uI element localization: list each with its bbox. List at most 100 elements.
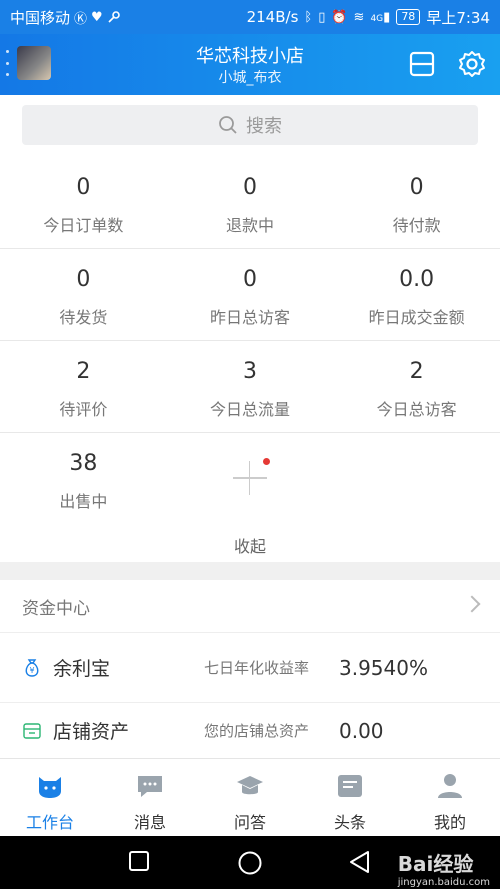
watermark-logo: Bai经验 jingyan.baidu.com bbox=[398, 848, 490, 888]
stat-refunding[interactable]: 0 退款中 bbox=[167, 157, 334, 248]
fund-row-store-assets[interactable]: 店铺资产 您的店铺总资产 0.00 bbox=[0, 702, 500, 758]
tab-qa[interactable]: 问答 bbox=[200, 759, 300, 836]
vibrate-icon: ▯ bbox=[318, 9, 326, 25]
tab-me[interactable]: 我的 bbox=[400, 759, 500, 836]
stat-value: 38 bbox=[69, 451, 98, 476]
signal-label: 4G bbox=[370, 13, 384, 24]
store-icon bbox=[23, 722, 41, 739]
stat-empty bbox=[333, 433, 500, 525]
watermark-brand2: 经验 bbox=[433, 852, 474, 876]
stat-label: 昨日成交金额 bbox=[368, 308, 465, 327]
health-icon: ♥ bbox=[91, 9, 103, 25]
network-speed: 214B/s bbox=[246, 8, 299, 26]
tab-label: 消息 bbox=[133, 813, 166, 832]
scan-button[interactable] bbox=[406, 48, 438, 80]
stats-row: 0 今日订单数 0 退款中 0 待付款 bbox=[0, 157, 500, 249]
watermark-url: jingyan.baidu.com bbox=[397, 877, 490, 888]
stat-label: 出售中 bbox=[59, 492, 108, 511]
tab-label: 问答 bbox=[233, 813, 266, 832]
svg-text:¥: ¥ bbox=[29, 666, 34, 675]
tab-news[interactable]: 头条 bbox=[300, 759, 400, 836]
scan-icon bbox=[409, 51, 435, 77]
stat-value: 0.0 bbox=[399, 267, 435, 292]
fund-row-yulibao[interactable]: ¥ 余利宝 七日年化收益率 3.9540% bbox=[0, 632, 500, 702]
bluetooth-icon: ᛒ bbox=[304, 9, 313, 25]
stat-value: 2 bbox=[409, 359, 424, 384]
stat-value: 0 bbox=[76, 267, 91, 292]
money-bag-icon: ¥ bbox=[25, 658, 39, 677]
fund-name: 店铺资产 bbox=[53, 721, 130, 743]
stat-label: 今日总流量 bbox=[209, 400, 290, 419]
fund-name: 余利宝 bbox=[53, 658, 111, 680]
fund-desc: 您的店铺总资产 bbox=[204, 722, 310, 740]
wifi-icon: ≋ bbox=[353, 9, 365, 25]
search-bar: 搜索 bbox=[0, 95, 500, 157]
fund-center-title: 资金中心 bbox=[22, 598, 90, 619]
stat-value: 0 bbox=[409, 175, 424, 200]
tab-label: 工作台 bbox=[25, 813, 74, 832]
stats-row: 0 待发货 0 昨日总访客 0.0 昨日成交金额 bbox=[0, 249, 500, 341]
stat-yesterday-visitors[interactable]: 0 昨日总访客 bbox=[167, 249, 334, 340]
tab-messages[interactable]: 消息 bbox=[100, 759, 200, 836]
stat-today-traffic[interactable]: 3 今日总流量 bbox=[167, 341, 334, 432]
fund-value: 3.9540% bbox=[339, 655, 428, 680]
alarm-icon: ⏰ bbox=[331, 9, 348, 25]
stat-pending-payment[interactable]: 0 待付款 bbox=[333, 157, 500, 248]
status-bar: 中国移动 Ⓚ ♥ 214B/s ᛒ ▯ ⏰ ≋ 4G▮ 78 早上7:34 bbox=[0, 0, 500, 34]
stat-value: 0 bbox=[242, 175, 257, 200]
stat-label: 昨日总访客 bbox=[209, 308, 290, 327]
stat-label: 今日订单数 bbox=[43, 216, 124, 235]
tab-workbench[interactable]: 工作台 bbox=[0, 759, 100, 836]
gear-icon bbox=[459, 51, 485, 77]
stat-label: 待评价 bbox=[59, 400, 108, 419]
system-nav-bar: Bai经验 jingyan.baidu.com bbox=[0, 836, 500, 889]
search-placeholder: 搜索 bbox=[246, 116, 282, 137]
fund-center-header[interactable]: 资金中心 bbox=[0, 580, 500, 632]
stat-label: 今日总访客 bbox=[376, 400, 457, 419]
stat-pending-review[interactable]: 2 待评价 bbox=[0, 341, 167, 432]
section-divider bbox=[0, 562, 500, 580]
add-stat-button[interactable] bbox=[167, 433, 334, 525]
status-left: 中国移动 Ⓚ ♥ bbox=[10, 7, 121, 28]
bottom-tab-bar: 工作台 消息 问答 头条 我的 bbox=[0, 758, 500, 836]
stats-row: 38 出售中 bbox=[0, 433, 500, 525]
fund-desc: 七日年化收益率 bbox=[204, 659, 310, 677]
key-icon bbox=[108, 11, 120, 23]
fund-value: 0.00 bbox=[339, 718, 384, 743]
stat-label: 待付款 bbox=[392, 216, 441, 235]
home-icon[interactable] bbox=[237, 850, 263, 876]
stat-yesterday-sales[interactable]: 0.0 昨日成交金额 bbox=[333, 249, 500, 340]
stat-value: 2 bbox=[76, 359, 91, 384]
stat-value: 0 bbox=[242, 267, 257, 292]
clock: 早上7:34 bbox=[426, 8, 490, 27]
settings-button[interactable] bbox=[456, 48, 488, 80]
user-icon bbox=[438, 774, 462, 798]
stat-label: 退款中 bbox=[225, 216, 274, 235]
news-icon bbox=[338, 775, 362, 797]
stat-today-visitors[interactable]: 2 今日总访客 bbox=[333, 341, 500, 432]
search-icon bbox=[219, 116, 237, 134]
status-right: 214B/s ᛒ ▯ ⏰ ≋ 4G▮ 78 早上7:34 bbox=[247, 7, 490, 28]
stat-pending-ship[interactable]: 0 待发货 bbox=[0, 249, 167, 340]
back-icon[interactable] bbox=[348, 850, 372, 874]
stat-on-sale[interactable]: 38 出售中 bbox=[0, 433, 167, 525]
k-icon: Ⓚ bbox=[74, 11, 88, 27]
watermark-brand: Bai bbox=[397, 852, 434, 876]
notification-dot bbox=[262, 458, 270, 465]
app-header: 华芯科技小店 小城_布衣 bbox=[0, 34, 500, 95]
stat-today-orders[interactable]: 0 今日订单数 bbox=[0, 157, 167, 248]
recents-icon[interactable] bbox=[128, 850, 150, 872]
stat-label: 待发货 bbox=[59, 308, 108, 327]
plus-icon bbox=[232, 461, 267, 495]
message-icon bbox=[138, 776, 162, 797]
stat-value: 0 bbox=[76, 175, 91, 200]
signal-icon: 4G▮ bbox=[370, 9, 391, 25]
battery-indicator: 78 bbox=[396, 9, 421, 25]
carrier-label: 中国移动 bbox=[10, 8, 71, 27]
stat-value: 3 bbox=[242, 359, 257, 384]
stats-row: 2 待评价 3 今日总流量 2 今日总访客 bbox=[0, 341, 500, 433]
search-input[interactable]: 搜索 bbox=[22, 105, 478, 145]
collapse-button[interactable]: 收起 bbox=[0, 533, 500, 557]
graduation-cap-icon bbox=[237, 776, 263, 795]
tab-label: 我的 bbox=[433, 813, 466, 832]
